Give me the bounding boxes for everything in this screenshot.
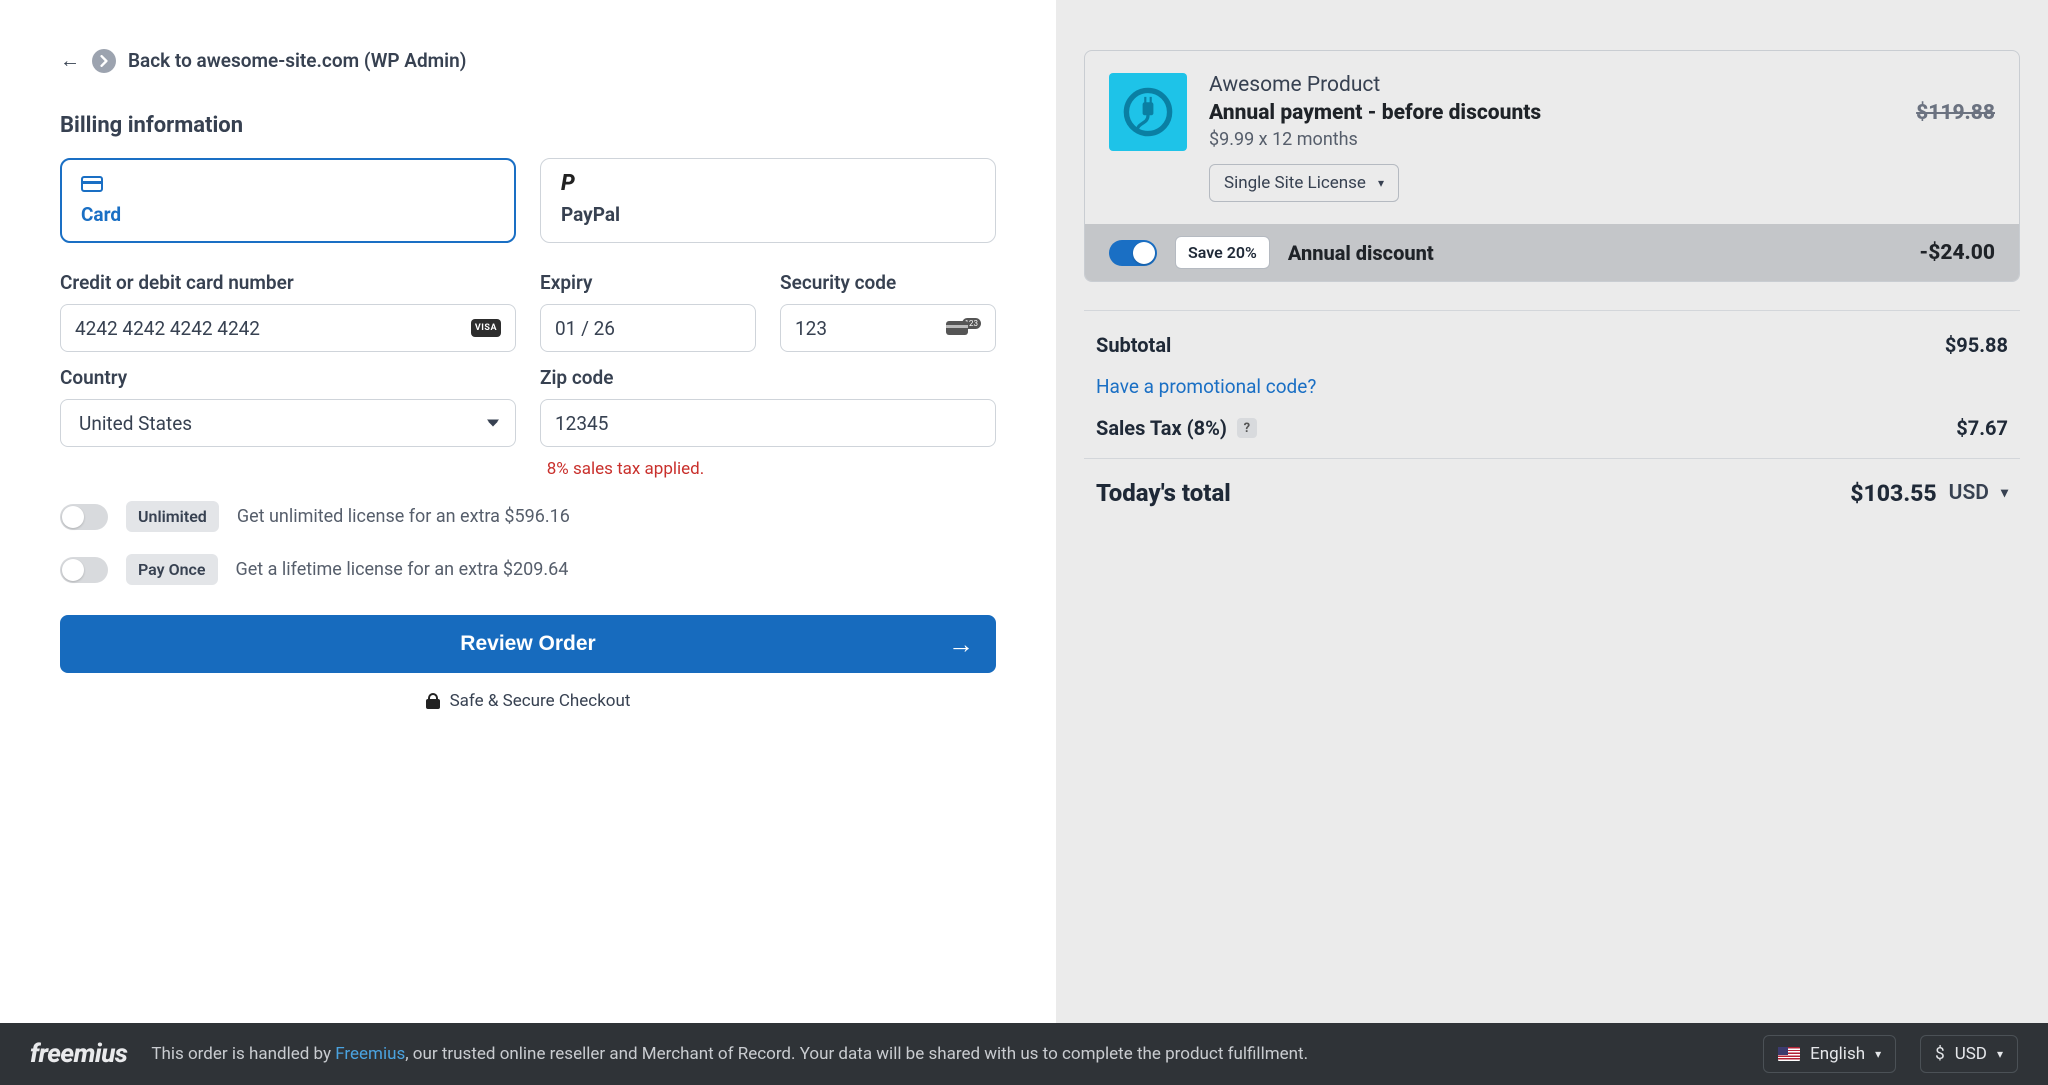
expiry-input[interactable]	[555, 317, 741, 340]
chevron-down-icon: ▾	[1997, 1047, 2003, 1061]
subtotal-label: Subtotal	[1096, 333, 1171, 357]
save-badge: Save 20%	[1175, 236, 1270, 269]
footer: freemius This order is handled by Freemi…	[0, 1023, 2048, 1085]
card-number-label: Credit or debit card number	[60, 271, 516, 294]
arrow-left-icon: ←	[60, 48, 80, 73]
chevron-down-icon: ▾	[1875, 1047, 1881, 1061]
credit-card-icon	[81, 176, 103, 192]
paypal-icon: P	[561, 173, 575, 195]
currency-label: USD	[1955, 1044, 1987, 1064]
footer-brand-link[interactable]: Freemius	[335, 1044, 405, 1064]
footer-msg-post: , our trusted online reseller and Mercha…	[405, 1044, 1308, 1064]
back-link-text: Back to awesome-site.com (WP Admin)	[128, 49, 466, 72]
currency-symbol: $	[1935, 1044, 1945, 1064]
annual-discount-toggle[interactable]	[1109, 240, 1157, 266]
brand-logo: freemius	[30, 1039, 127, 1069]
tab-card-label: Card	[81, 203, 495, 226]
unlimited-toggle[interactable]	[60, 504, 108, 530]
review-order-label: Review Order	[460, 632, 595, 656]
help-icon[interactable]: ?	[1237, 418, 1257, 438]
secure-text: Safe & Secure Checkout	[450, 691, 631, 711]
cvv-label: Security code	[780, 271, 996, 294]
product-icon	[1109, 73, 1187, 151]
unlimited-text: Get unlimited license for an extra $596.…	[237, 506, 570, 527]
expiry-label: Expiry	[540, 271, 756, 294]
total-currency: USD	[1949, 481, 1989, 505]
zip-input[interactable]	[555, 412, 981, 435]
product-name: Awesome Product	[1209, 73, 1995, 97]
back-navigation[interactable]: ← Back to awesome-site.com (WP Admin)	[60, 48, 996, 73]
total-value: $103.55	[1850, 480, 1936, 507]
order-summary-card: Awesome Product Annual payment - before …	[1084, 50, 2020, 282]
review-order-button[interactable]: Review Order →	[60, 615, 996, 673]
tax-note: 8% sales tax applied.	[547, 459, 996, 479]
discount-label: Annual discount	[1288, 241, 1902, 265]
lifetime-toggle[interactable]	[60, 557, 108, 583]
lock-icon	[426, 693, 440, 709]
flag-us-icon	[1778, 1047, 1800, 1061]
card-number-input[interactable]	[75, 317, 471, 340]
tab-card[interactable]: Card	[60, 158, 516, 243]
billing-title: Billing information	[60, 113, 996, 138]
chevron-down-icon: ▾	[1378, 176, 1384, 190]
lifetime-badge: Pay Once	[126, 554, 218, 585]
language-label: English	[1810, 1044, 1865, 1064]
tax-label: Sales Tax (8%)	[1096, 416, 1227, 440]
card-brand-badge: VISA	[471, 319, 501, 337]
unlimited-badge: Unlimited	[126, 501, 219, 532]
cvv-input[interactable]	[795, 317, 946, 340]
tab-paypal[interactable]: P PayPal	[540, 158, 996, 243]
country-select[interactable]: United States	[75, 411, 501, 436]
price-breakdown: $9.99 x 12 months	[1209, 129, 1995, 150]
price-label: Annual payment - before discounts	[1209, 101, 1541, 125]
tax-value: $7.67	[1956, 416, 2008, 440]
cvv-icon: 123	[946, 321, 982, 335]
zip-label: Zip code	[540, 366, 996, 389]
license-select-label: Single Site License	[1224, 173, 1366, 193]
language-select[interactable]: English ▾	[1763, 1035, 1896, 1073]
footer-msg-pre: This order is handled by	[151, 1044, 335, 1064]
subtotal-value: $95.88	[1945, 333, 2008, 357]
country-label: Country	[60, 366, 516, 389]
promo-code-link[interactable]: Have a promotional code?	[1084, 375, 2020, 398]
tab-paypal-label: PayPal	[561, 203, 975, 226]
arrow-right-icon: →	[948, 629, 974, 660]
chevron-down-icon[interactable]: ▾	[2001, 485, 2008, 501]
total-label: Today's total	[1096, 479, 1231, 507]
discount-amount: -$24.00	[1919, 241, 1995, 265]
currency-select[interactable]: $ USD ▾	[1920, 1035, 2018, 1073]
price-original: $119.88	[1916, 101, 1995, 125]
step-indicator-icon	[92, 49, 116, 73]
lifetime-text: Get a lifetime license for an extra $209…	[236, 559, 569, 580]
license-select[interactable]: Single Site License ▾	[1209, 164, 1399, 202]
